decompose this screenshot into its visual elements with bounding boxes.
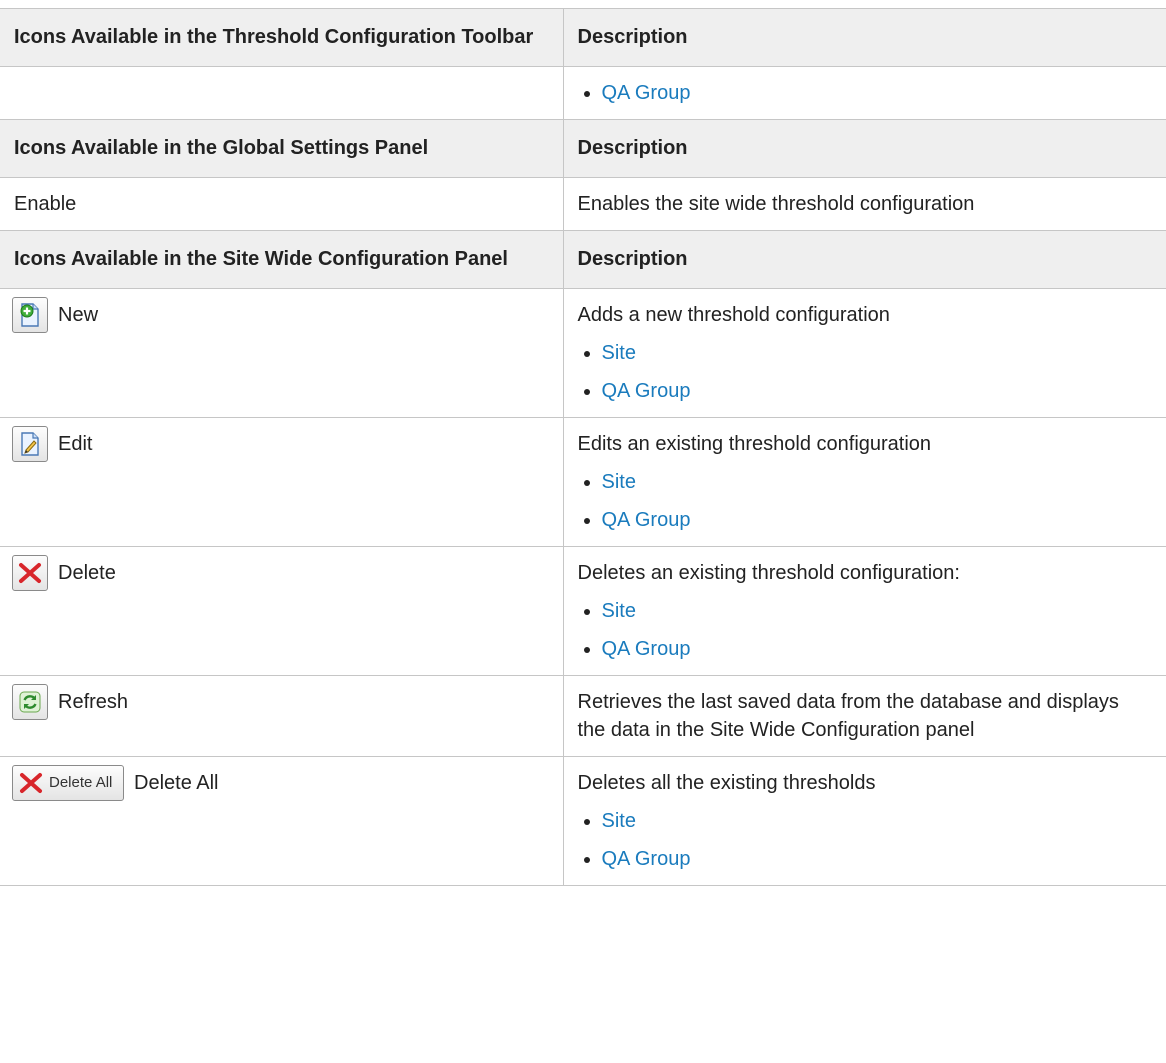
description-cell: Deletes an existing threshold configurat… [562,546,1166,676]
enable-label: Enable [14,193,77,215]
icon-cell: Delete [0,546,564,676]
description-cell: Retrieves the last saved data from the d… [562,675,1166,757]
link-list: Site QA Group [578,807,1153,873]
delete-all-button-text: Delete All [49,774,113,791]
list-item: Site [578,597,1153,625]
icon-cell: Enable [0,177,564,231]
refresh-icon [19,691,41,713]
refresh-label: Refresh [58,691,129,713]
row-description: Enables the site wide threshold configur… [577,193,975,215]
icon-cell: Delete All Delete All [0,756,564,886]
site-link[interactable]: Site [602,342,636,364]
table-row: Enable Enables the site wide threshold c… [0,177,1166,231]
edit-label: Edit [58,433,93,455]
header-icons-column: Icons Available in the Site Wide Configu… [0,230,564,289]
table-row: Delete All Delete All Deletes all the ex… [0,756,1166,886]
qa-group-link[interactable]: QA Group [602,380,691,402]
table-row: Edit Edits an existing threshold configu… [0,417,1166,547]
list-item: Site [578,339,1153,367]
header-icons-column: Icons Available in the Threshold Configu… [0,8,564,67]
header-description-column: Description [562,230,1166,289]
row-description: Edits an existing threshold configuratio… [577,433,932,455]
description-cell: Enables the site wide threshold configur… [562,177,1166,231]
list-item: Site [578,807,1153,835]
qa-group-link[interactable]: QA Group [602,82,691,104]
table-header-row: Icons Available in the Global Settings P… [0,119,1166,178]
list-item: Site [578,468,1153,496]
icon-cell [0,66,564,120]
table-header-row: Icons Available in the Threshold Configu… [0,8,1166,67]
row-description: Deletes all the existing thresholds [577,772,876,794]
delete-all-icon [20,773,42,793]
header-description-column: Description [562,8,1166,67]
description-cell: Deletes all the existing thresholds Site… [562,756,1166,886]
description-cell: QA Group [562,66,1166,120]
description-cell: Adds a new threshold configuration Site … [562,288,1166,418]
refresh-button[interactable] [12,684,48,720]
table-header-row: Icons Available in the Site Wide Configu… [0,230,1166,289]
edit-document-icon [21,432,39,456]
row-description: Retrieves the last saved data from the d… [577,691,1119,741]
delete-all-label: Delete All [134,772,219,794]
description-cell: Edits an existing threshold configuratio… [562,417,1166,547]
row-description: Adds a new threshold configuration [577,304,890,326]
delete-label: Delete [58,562,116,584]
list-item: QA Group [578,635,1153,663]
icons-reference-table: Icons Available in the Threshold Configu… [0,8,1166,886]
link-list: Site QA Group [578,339,1153,405]
list-item: QA Group [578,79,1153,107]
header-description-column: Description [562,119,1166,178]
link-list: QA Group [578,79,1153,107]
list-item: QA Group [578,377,1153,405]
table-row: Refresh Retrieves the last saved data fr… [0,675,1166,757]
new-button[interactable] [12,297,48,333]
qa-group-link[interactable]: QA Group [602,509,691,531]
edit-button[interactable] [12,426,48,462]
new-label: New [58,304,99,326]
list-item: QA Group [578,506,1153,534]
qa-group-link[interactable]: QA Group [602,848,691,870]
row-description: Deletes an existing threshold configurat… [577,562,960,584]
qa-group-link[interactable]: QA Group [602,638,691,660]
icon-cell: Edit [0,417,564,547]
table-row: QA Group [0,66,1166,120]
site-link[interactable]: Site [602,471,636,493]
delete-button[interactable] [12,555,48,591]
table-row: New Adds a new threshold configuration S… [0,288,1166,418]
site-link[interactable]: Site [602,600,636,622]
site-link[interactable]: Site [602,810,636,832]
list-item: QA Group [578,845,1153,873]
delete-x-icon [19,563,41,583]
delete-all-button[interactable]: Delete All [12,765,124,801]
icon-cell: New [0,288,564,418]
link-list: Site QA Group [578,597,1153,663]
header-icons-column: Icons Available in the Global Settings P… [0,119,564,178]
link-list: Site QA Group [578,468,1153,534]
new-document-icon [20,303,39,327]
table-row: Delete Deletes an existing threshold con… [0,546,1166,676]
icon-cell: Refresh [0,675,564,757]
